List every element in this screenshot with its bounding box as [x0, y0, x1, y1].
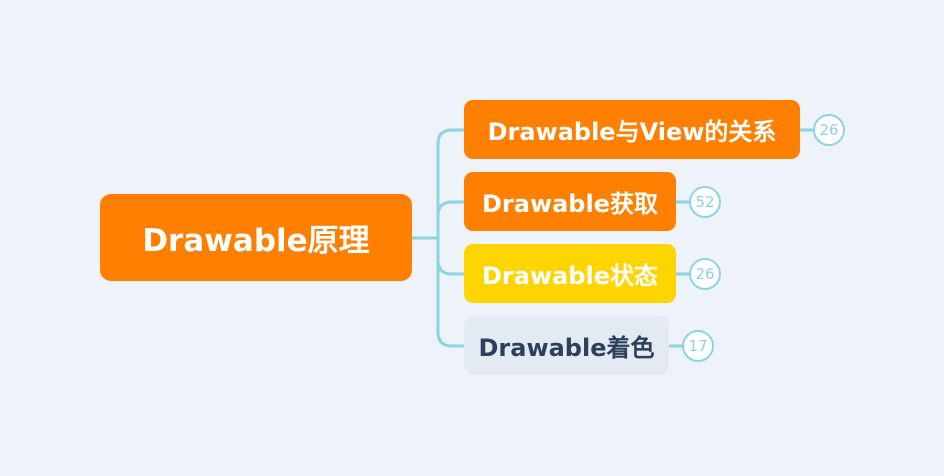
topic-drawable-view-relation[interactable]: Drawable与View的关系: [464, 100, 800, 159]
branch-connector-1: [436, 128, 466, 240]
mind-map-canvas: Drawable原理 Drawable与View的关系 26 Drawable获…: [0, 0, 944, 476]
topic-drawable-tint[interactable]: Drawable着色: [464, 316, 669, 375]
branch-connector-4: [436, 236, 466, 348]
topic-count-badge[interactable]: 17: [682, 330, 714, 362]
topic-count-badge[interactable]: 26: [813, 114, 845, 146]
topic-drawable-acquire[interactable]: Drawable获取: [464, 172, 676, 231]
branch-connector-2: [436, 200, 466, 240]
topic-count-badge[interactable]: 52: [689, 186, 721, 218]
topic-drawable-state[interactable]: Drawable状态: [464, 244, 676, 303]
root-topic[interactable]: Drawable原理: [100, 194, 412, 281]
branch-connector-3: [436, 236, 466, 276]
topic-count-badge[interactable]: 26: [689, 258, 721, 290]
